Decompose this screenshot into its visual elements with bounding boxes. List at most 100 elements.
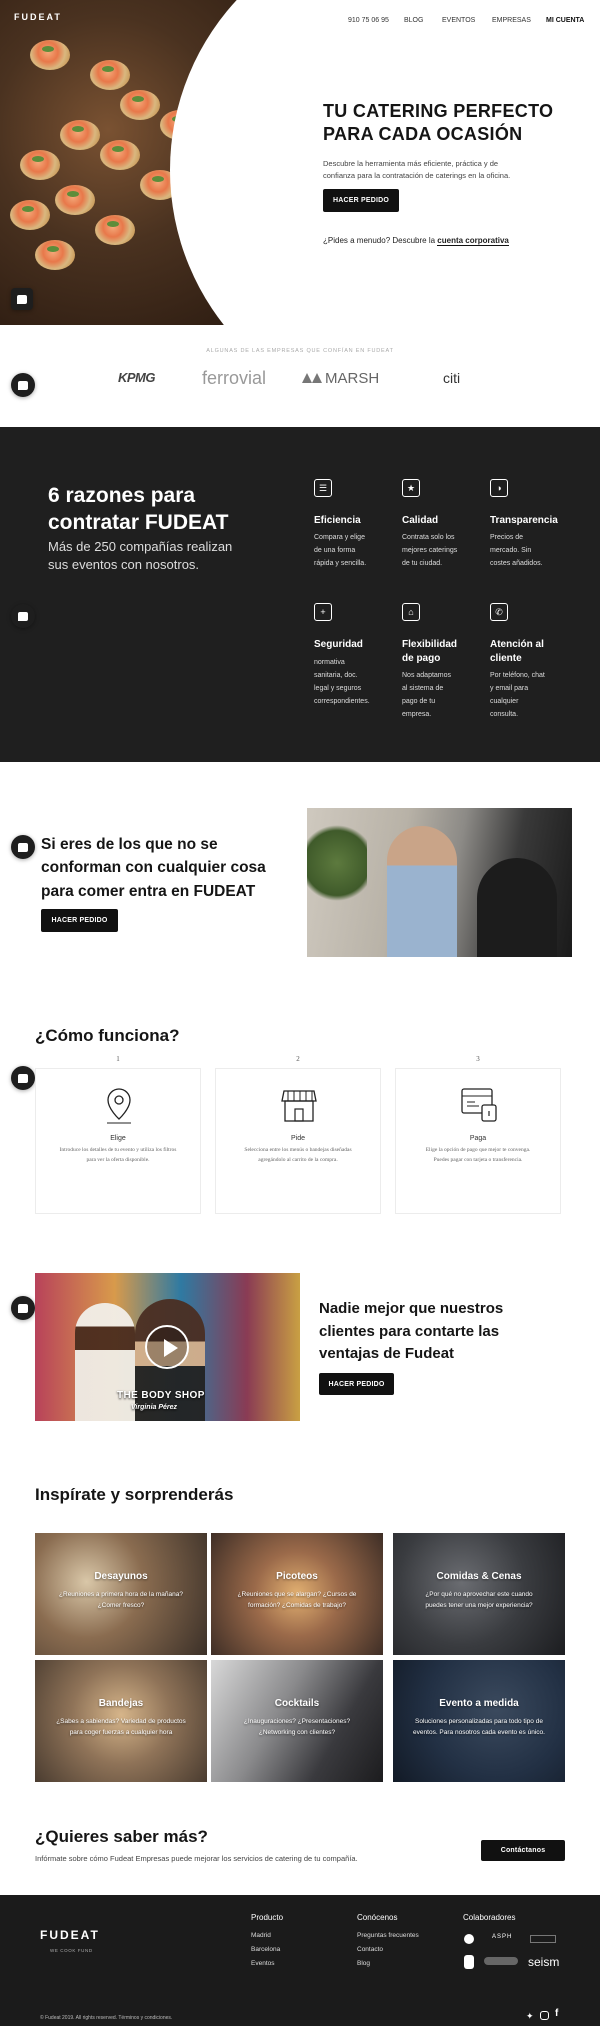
footer-link[interactable]: Madrid — [251, 1932, 271, 1939]
tile-line: ¿Por qué no aprovechar este cuando — [425, 1591, 533, 1598]
canape — [10, 200, 50, 230]
video-person-name: Virginia Pérez — [131, 1404, 178, 1411]
corporate-account-link[interactable]: cuenta corporativa — [437, 236, 509, 246]
step-card: 2 Pide Selecciona entre los menús o band… — [215, 1055, 381, 1214]
canape — [35, 240, 75, 270]
reason-line: normativa — [314, 659, 345, 666]
chat-button[interactable] — [11, 835, 35, 859]
chat-icon — [18, 842, 28, 852]
step-number: 3 — [476, 1055, 480, 1063]
bank-icon: ⌂ — [402, 603, 420, 621]
nav-eventos[interactable]: EVENTOS — [442, 17, 475, 24]
video-brand: THE BODY SHOP — [117, 1390, 205, 1401]
footer-col-producto: Producto — [251, 1913, 284, 1922]
footer-link[interactable]: Preguntas frecuentes — [357, 1932, 419, 1939]
reason-title-line: cliente — [490, 653, 522, 664]
reason-line: rápida y sencilla. — [314, 559, 367, 567]
canape — [90, 60, 130, 90]
reason-title: Flexibilidad de pago — [402, 638, 457, 666]
reasons-sub-line2: sus eventos con nosotros. — [48, 557, 200, 573]
nav-phone[interactable]: 910 75 06 95 — [348, 17, 389, 24]
step-line: Selecciona entre los menús o bandejas di… — [244, 1147, 352, 1153]
conform-line2: conforman con cualquier cosa — [41, 859, 266, 877]
play-button-icon[interactable] — [145, 1325, 189, 1369]
tile-text: ¿Sabes a sabiendas? Variedad de producto… — [49, 1716, 193, 1738]
step-line: Introduce los detalles de tu evento y ut… — [59, 1147, 177, 1153]
canape — [20, 150, 60, 180]
contact-button[interactable]: Contáctanos — [481, 1840, 565, 1861]
footer-link[interactable]: Eventos — [251, 1960, 275, 1967]
reason-line: costes añadidos. — [490, 559, 543, 567]
testimonial-video[interactable]: THE BODY SHOP Virginia Pérez — [35, 1273, 300, 1421]
reason-line: Contrata solo los — [402, 534, 455, 541]
chat-button[interactable] — [11, 604, 35, 628]
nav-empresas[interactable]: EMPRESAS — [492, 17, 531, 24]
chat-button[interactable] — [11, 1066, 35, 1090]
reason-line: Compara y elige — [314, 534, 365, 541]
contrast-icon: ◑ — [490, 479, 508, 497]
nav-blog[interactable]: BLOG — [404, 17, 423, 24]
reason-line: consulta. — [490, 710, 519, 718]
reason-text: Precios de mercado. Sin costes añadidos. — [490, 532, 543, 571]
clients-caption: ALGUNAS DE LAS EMPRESAS QUE CONFÍAN EN F… — [206, 348, 394, 354]
canape — [120, 90, 160, 120]
footer-link[interactable]: Contacto — [357, 1946, 383, 1953]
reason-title-line: Flexibilidad — [402, 639, 458, 650]
site-logo[interactable]: FUDEAT — [14, 12, 62, 22]
tile-line: para coger fuerzas a cualquier hora — [69, 1729, 173, 1737]
footer-col-colaboradores: Colaboradores — [463, 1913, 516, 1922]
star-icon: ★ — [402, 479, 420, 497]
footer-link[interactable]: Barcelona — [251, 1946, 280, 1953]
reason-line: al sistema de — [402, 684, 444, 692]
hero-desc-line2: confianza para la contratación de cateri… — [323, 170, 511, 180]
footer-logo[interactable]: FUDEAT — [40, 1928, 100, 1942]
reason-line: y email para — [490, 684, 529, 692]
partner-seism: seism — [528, 1955, 560, 1969]
conform-order-button[interactable]: HACER PEDIDO — [41, 909, 118, 932]
reason-text: Contrata solo los mejores caterings de t… — [402, 532, 457, 571]
hero-corporate-line: ¿Pides a menudo? Descubre la cuenta corp… — [323, 236, 509, 246]
instagram-icon[interactable] — [540, 2011, 549, 2020]
logo-ferrovial: ferrovial — [202, 368, 267, 388]
plant-shape — [307, 818, 367, 908]
hero-description: Descubre la herramienta más eficiente, p… — [323, 158, 510, 181]
chat-icon — [18, 1303, 28, 1313]
facebook-icon[interactable]: f — [555, 2008, 558, 2019]
tile-desayunos[interactable]: Desayunos ¿Reuniones a primera hora de l… — [35, 1533, 207, 1655]
tile-text: Soluciones personalizadas para todo tipo… — [407, 1716, 551, 1738]
chat-button[interactable] — [11, 288, 33, 310]
chat-icon — [18, 611, 28, 621]
tile-line: puedes tener una mejor experiencia? — [425, 1602, 533, 1610]
chat-button[interactable] — [11, 373, 35, 397]
tile-text: ¿Inauguraciones? ¿Presentaciones? ¿Netwo… — [225, 1716, 369, 1738]
tile-line: ¿Comer fresco? — [97, 1602, 145, 1610]
tile-line: eventos. Para nosotros cada evento es ún… — [413, 1729, 545, 1737]
reason-line: Por teléfono, chat — [490, 672, 545, 679]
canape — [60, 120, 100, 150]
reason-line: sanitaria, doc. — [314, 671, 358, 679]
twitter-icon[interactable]: ✦ — [526, 2011, 534, 2022]
footer-link[interactable]: Blog — [357, 1960, 370, 1967]
tile-title: Comidas & Cenas — [436, 1571, 522, 1582]
nav-account[interactable]: MI CUENTA — [546, 17, 584, 24]
tile-cocktails[interactable]: Cocktails ¿Inauguraciones? ¿Presentacion… — [211, 1660, 383, 1782]
tile-text: ¿Por qué no aprovechar este cuando puede… — [407, 1589, 551, 1611]
reason-line: legal y seguros — [314, 684, 362, 692]
tile-title: Evento a medida — [439, 1698, 519, 1709]
tile-picoteos[interactable]: Picoteos ¿Reuniones que se alargan? ¿Cur… — [211, 1533, 383, 1655]
hero-order-button[interactable]: HACER PEDIDO — [323, 189, 399, 212]
tile-comidas-cenas[interactable]: Comidas & Cenas ¿Por qué no aprovechar e… — [393, 1533, 565, 1655]
tile-evento-medida[interactable]: Evento a medida Soluciones personalizada… — [393, 1660, 565, 1782]
reasons-sub-line1: Más de 250 compañías realizan — [48, 539, 233, 554]
chat-button[interactable] — [11, 1296, 35, 1320]
reason-line: mejores caterings — [402, 546, 458, 554]
tile-bandejas[interactable]: Bandejas ¿Sabes a sabiendas? Variedad de… — [35, 1660, 207, 1782]
reason-line: Nos adaptamos — [402, 672, 452, 679]
video-order-button[interactable]: HACER PEDIDO — [319, 1373, 394, 1395]
conform-line1: Si eres de los que no se — [41, 836, 218, 853]
reason-line: de una forma — [314, 546, 356, 554]
reason-text: Por teléfono, chat y email para cualquie… — [490, 670, 545, 722]
reason-line: mercado. Sin — [490, 546, 532, 554]
reasons-heading-line2: contratar FUDEAT — [48, 511, 229, 535]
logo-kpmg: KPMG — [118, 370, 156, 385]
